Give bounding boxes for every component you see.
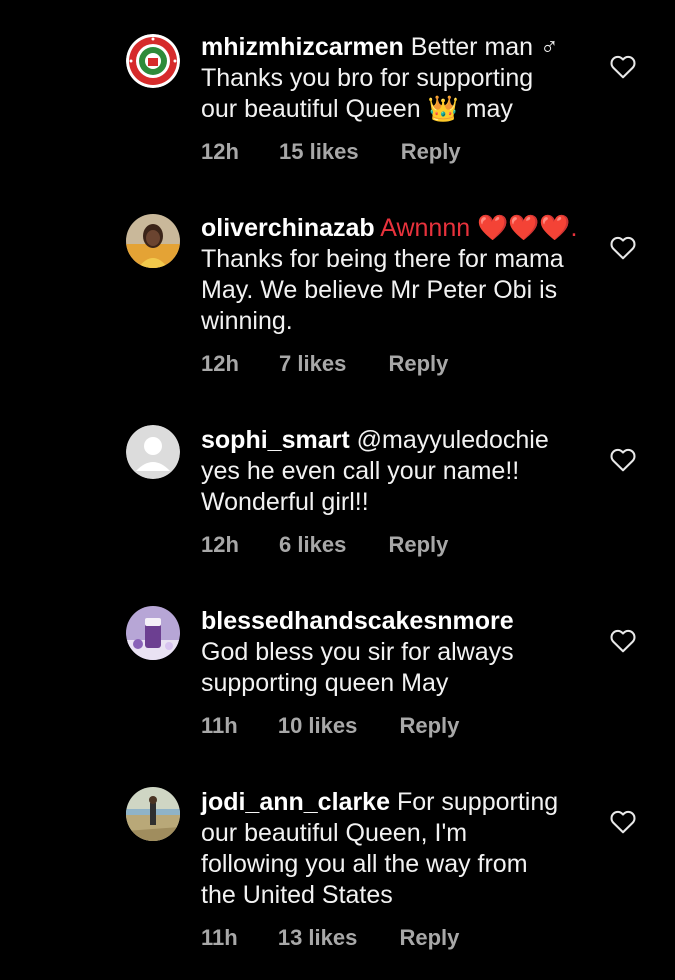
comment-meta: 11h 10 likes Reply [201,713,459,739]
like-heart-icon[interactable] [610,810,636,834]
comment-time: 12h [201,532,239,557]
comment-line: Awnnnn ❤️❤️❤️. [380,214,578,242]
person-photo-avatar-icon [126,214,180,268]
default-user-avatar-icon [126,425,180,479]
comment-username[interactable]: blessedhandscakesnmore [201,607,514,635]
avatar[interactable] [126,425,180,479]
comment-meta: 12h 15 likes Reply [201,139,461,165]
avatar[interactable] [126,787,180,841]
comment-line: yes he even call your name!! [201,457,520,485]
avatar[interactable] [126,606,180,660]
comment-line: Thanks you bro for supporting [201,64,534,92]
comment-text: jodi_ann_clarke For supporting our beaut… [201,787,596,911]
comment-time: 12h [201,351,239,376]
comment-text: oliverchinazab Awnnnn ❤️❤️❤️. Thanks for… [201,213,596,337]
likes-count[interactable]: 13 likes [278,925,358,951]
avatar[interactable] [126,34,180,88]
comment-username[interactable]: jodi_ann_clarke [201,788,390,816]
comment-line: following you all the way from [201,850,528,878]
comment-line: our beautiful Queen 👑 may [201,95,513,123]
likes-count[interactable]: 6 likes [279,532,346,558]
comment-meta: 12h 7 likes Reply [201,351,448,377]
comment-text: mhizmhizcarmen Better man ♂ Thanks you b… [201,32,596,125]
logo-seal-avatar-icon [126,34,180,88]
comment-line: May. We believe Mr Peter Obi is [201,276,558,304]
comment-time: 11h [201,713,238,738]
like-heart-icon[interactable] [610,629,636,653]
comment-line: Thanks for being there for mama [201,245,564,273]
comment-text: sophi_smart @mayyuledochie yes he even c… [201,425,596,518]
like-heart-icon[interactable] [610,236,636,260]
reply-button[interactable]: Reply [388,532,448,558]
likes-count[interactable]: 10 likes [278,713,358,739]
like-heart-icon[interactable] [610,448,636,472]
comment-time: 12h [201,139,239,164]
comment-line: winning. [201,307,293,335]
comment-username[interactable]: mhizmhizcarmen [201,33,404,61]
comment-username[interactable]: oliverchinazab [201,214,375,242]
comment-line: For supporting [396,788,559,816]
beach-photo-avatar-icon [126,787,180,841]
likes-count[interactable]: 7 likes [279,351,346,377]
comment-username[interactable]: sophi_smart [201,426,350,454]
comment-line: our beautiful Queen, I'm [201,819,468,847]
comment-meta: 12h 6 likes Reply [201,532,448,558]
comment-line: the United States [201,881,393,909]
reply-button[interactable]: Reply [388,351,448,377]
like-heart-icon[interactable] [610,55,636,79]
avatar[interactable] [126,214,180,268]
comment-meta: 11h 13 likes Reply [201,925,459,951]
comment-line: supporting queen May [201,669,449,697]
comment-line: Wonderful girl!! [201,488,369,516]
comment-text: blessedhandscakesnmore God bless you sir… [201,606,596,699]
comment-line: God bless you sir for always [201,638,514,666]
reply-button[interactable]: Reply [399,713,459,739]
reply-button[interactable]: Reply [401,139,461,165]
reply-button[interactable]: Reply [399,925,459,951]
comment-time: 11h [201,925,238,950]
drink-photo-avatar-icon [126,606,180,660]
comment-line: Better man ♂ [410,33,559,61]
likes-count[interactable]: 15 likes [279,139,359,165]
comment-line: @mayyuledochie [356,426,549,454]
